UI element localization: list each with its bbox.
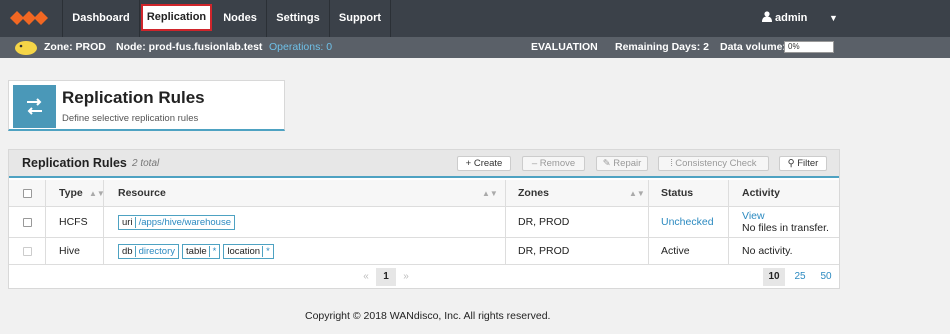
tag-value[interactable]: *	[208, 245, 217, 257]
nav-replication[interactable]: Replication	[141, 4, 212, 31]
activity-cell: No activity.	[742, 245, 793, 257]
status-column-header: Status	[649, 180, 729, 206]
nav-dashboard[interactable]: Dashboard	[63, 0, 140, 37]
current-page[interactable]: 1	[376, 268, 396, 286]
type-column-header[interactable]: Type ▲▼	[46, 180, 105, 206]
wandisco-logo-icon[interactable]	[0, 0, 63, 37]
resource-cell: uri/apps/hive/warehouse	[104, 207, 506, 237]
resource-column-header[interactable]: Resource ▲▼	[104, 180, 506, 206]
table-row[interactable]: HCFS uri/apps/hive/warehouse DR, PROD Un…	[9, 207, 839, 238]
status-bar: Zone: PROD Node: prod-fus.fusionlab.test…	[0, 37, 950, 58]
chevron-down-icon[interactable]: ▼	[829, 0, 838, 37]
filter-button[interactable]: ⚲ Filter	[779, 156, 827, 171]
filter-label: Filter	[797, 158, 819, 169]
type-cell: HCFS	[46, 207, 104, 237]
remove-button[interactable]: – Remove	[522, 156, 585, 171]
uri-tag: uri/apps/hive/warehouse	[118, 214, 235, 230]
select-all-cell	[9, 180, 46, 206]
status-cell: Active	[649, 238, 729, 264]
status-header-label: Status	[661, 187, 694, 199]
row-select-cell	[9, 238, 46, 264]
location-tag: location *	[223, 243, 274, 259]
nav-nodes[interactable]: Nodes	[214, 0, 267, 37]
replication-arrows-icon	[13, 85, 56, 128]
view-link[interactable]: View	[742, 210, 765, 222]
tag-value[interactable]: *	[262, 245, 270, 257]
sort-icon: ▲▼	[89, 188, 105, 198]
zones-header-label: Zones	[518, 187, 549, 199]
data-volume-bar: 0%	[784, 41, 834, 53]
rule-count: 2 total	[132, 158, 160, 169]
page-header-card: Replication Rules Define selective repli…	[8, 80, 285, 131]
hadoop-elephant-icon	[13, 37, 39, 65]
page-size-25[interactable]: 25	[789, 268, 811, 286]
activity-text: No files in transfer.	[742, 222, 829, 234]
consistency-check-button[interactable]: ⦙ Consistency Check	[658, 156, 769, 171]
user-name: admin	[775, 12, 808, 24]
tag-key: table	[186, 245, 207, 257]
tag-key: location	[227, 245, 261, 257]
nav-support[interactable]: Support	[330, 0, 391, 37]
wrench-icon: ✎	[602, 158, 614, 169]
user-icon	[762, 11, 772, 22]
type-header-label: Type	[59, 187, 83, 199]
nav-settings[interactable]: Settings	[267, 0, 330, 37]
panel-title: Replication Rules	[22, 156, 127, 170]
page-title: Replication Rules	[62, 88, 205, 107]
zones-cell: DR, PROD	[506, 207, 649, 237]
zones-cell: DR, PROD	[506, 238, 649, 264]
repair-button[interactable]: ✎ Repair	[596, 156, 648, 171]
tag-value[interactable]: directory	[134, 245, 176, 257]
repair-label: Repair	[613, 158, 642, 169]
operations-link[interactable]: Operations: 0	[269, 37, 332, 58]
table-tag: table *	[182, 243, 221, 259]
row-checkbox[interactable]	[22, 217, 32, 227]
tag-value[interactable]: /apps/hive/warehouse	[134, 216, 231, 228]
user-menu[interactable]: admin	[762, 0, 807, 37]
zones-column-header[interactable]: Zones ▲▼	[506, 180, 649, 206]
type-cell: Hive	[46, 238, 104, 264]
page-size-50[interactable]: 50	[815, 268, 837, 286]
prev-page-button[interactable]: «	[357, 268, 375, 286]
activity-header-label: Activity	[742, 187, 780, 199]
data-volume-label: Data volume:	[720, 41, 786, 53]
tag-key: db	[122, 245, 133, 257]
next-page-button[interactable]: »	[397, 268, 415, 286]
node-label: Node: prod-fus.fusionlab.test	[116, 41, 263, 53]
panel-header: Replication Rules 2 total + Create – Rem…	[9, 150, 839, 178]
row-select-cell	[9, 207, 46, 237]
resource-header-label: Resource	[118, 187, 166, 199]
sort-icon: ▲▼	[482, 188, 498, 198]
select-all-checkbox[interactable]	[22, 188, 32, 198]
consistency-check-label: Consistency Check	[675, 158, 757, 169]
tag-key: uri	[122, 216, 133, 228]
pagination-bar: « 1 » 10 25 50	[9, 266, 839, 288]
resource-cell: db directory table * location *	[104, 238, 506, 264]
remaining-days: Remaining Days: 2	[615, 41, 709, 53]
table-header-row: Type ▲▼ Resource ▲▼ Zones ▲▼ Status Activit…	[9, 180, 839, 207]
page-size-10[interactable]: 10	[763, 268, 785, 286]
activity-column-header: Activity	[729, 180, 839, 206]
table-row[interactable]: Hive db directory table * location * DR, PR…	[9, 238, 839, 265]
page-subtitle: Define selective replication rules	[62, 113, 199, 124]
activity-cell: View No files in transfer.	[729, 207, 839, 237]
row-checkbox[interactable]	[22, 246, 32, 256]
zone-label: Zone: PROD	[44, 41, 106, 53]
db-tag: db directory	[118, 243, 180, 259]
replication-rules-panel: Replication Rules 2 total + Create – Rem…	[8, 149, 840, 289]
sort-icon: ▲▼	[629, 188, 645, 198]
search-icon: ⚲	[787, 158, 798, 169]
copyright-text: Copyright © 2018 WANdisco, Inc. All righ…	[305, 310, 551, 322]
status-link[interactable]: Unchecked	[649, 207, 729, 237]
top-nav-bar: Dashboard Replication Nodes Settings Sup…	[0, 0, 950, 37]
evaluation-label: EVALUATION	[531, 41, 598, 53]
create-button[interactable]: + Create	[457, 156, 511, 171]
